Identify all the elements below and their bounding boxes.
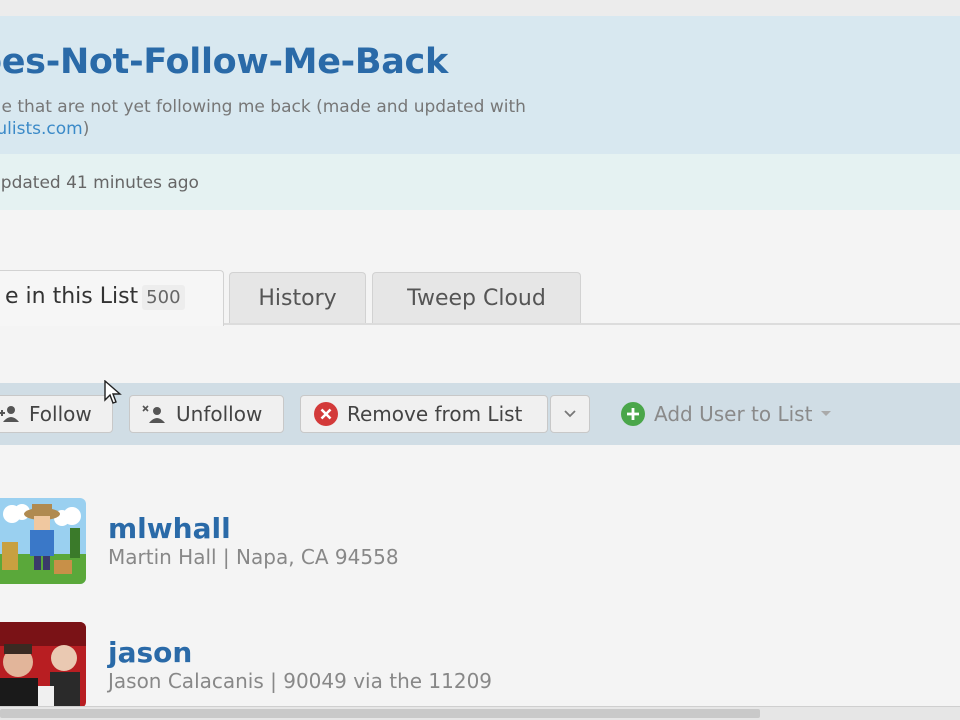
follow-label: Follow	[29, 402, 92, 426]
chevron-down-icon	[564, 410, 576, 418]
action-toolbar: Follow Unfollow Remove from List Add Use…	[0, 383, 960, 445]
updated-bar: updated 41 minutes ago	[0, 154, 960, 210]
list-description: ple that are not yet following me back (…	[0, 96, 626, 140]
remove-circle-icon	[313, 401, 339, 427]
mouse-cursor-icon	[104, 379, 122, 411]
list-item: jason Jason Calacanis | 90049 via the 11…	[0, 622, 960, 712]
tabs: e in this List 500 History Tweep Cloud	[0, 270, 960, 326]
list-item: mlwhall Martin Hall | Napa, CA 94558	[0, 498, 960, 588]
add-circle-icon	[620, 401, 646, 427]
list-header: oes-Not-Follow-Me-Back ple that are not …	[0, 16, 960, 154]
description-link[interactable]: oulists.com	[0, 119, 83, 139]
add-user-to-list-label: Add User to List	[654, 402, 813, 426]
avatar[interactable]	[0, 498, 86, 584]
user-info: Martin Hall | Napa, CA 94558	[108, 545, 399, 569]
remove-from-list-button[interactable]: Remove from List	[300, 395, 548, 433]
avatar[interactable]	[0, 622, 86, 708]
tab-tweep-cloud[interactable]: Tweep Cloud	[372, 272, 581, 323]
user-info: Jason Calacanis | 90049 via the 11209	[108, 669, 493, 693]
tab-history[interactable]: History	[229, 272, 366, 323]
top-strip	[0, 0, 960, 16]
add-user-to-list-button[interactable]: Add User to List	[608, 395, 858, 433]
tab-people-in-list[interactable]: e in this List 500	[0, 270, 224, 326]
unfollow-button[interactable]: Unfollow	[129, 395, 284, 433]
follow-button[interactable]: Follow	[0, 395, 113, 433]
caret-down-icon	[820, 410, 832, 418]
remove-from-list-label: Remove from List	[347, 402, 523, 426]
unfollow-label: Unfollow	[176, 402, 263, 426]
list-title: oes-Not-Follow-Me-Back	[0, 42, 448, 82]
updated-text: updated 41 minutes ago	[0, 173, 199, 193]
horizontal-scrollbar[interactable]	[0, 706, 960, 720]
tab-label: e in this List	[5, 284, 139, 309]
remove-person-icon	[142, 405, 168, 423]
remove-dropdown-button[interactable]	[550, 395, 590, 433]
username[interactable]: mlwhall	[108, 512, 231, 545]
description-end: )	[82, 119, 90, 139]
description-text: ple that are not yet following me back (…	[0, 97, 526, 117]
add-person-icon	[0, 405, 21, 423]
tab-count: 500	[142, 285, 185, 310]
scrollbar-thumb[interactable]	[0, 709, 760, 718]
username[interactable]: jason	[108, 636, 192, 669]
